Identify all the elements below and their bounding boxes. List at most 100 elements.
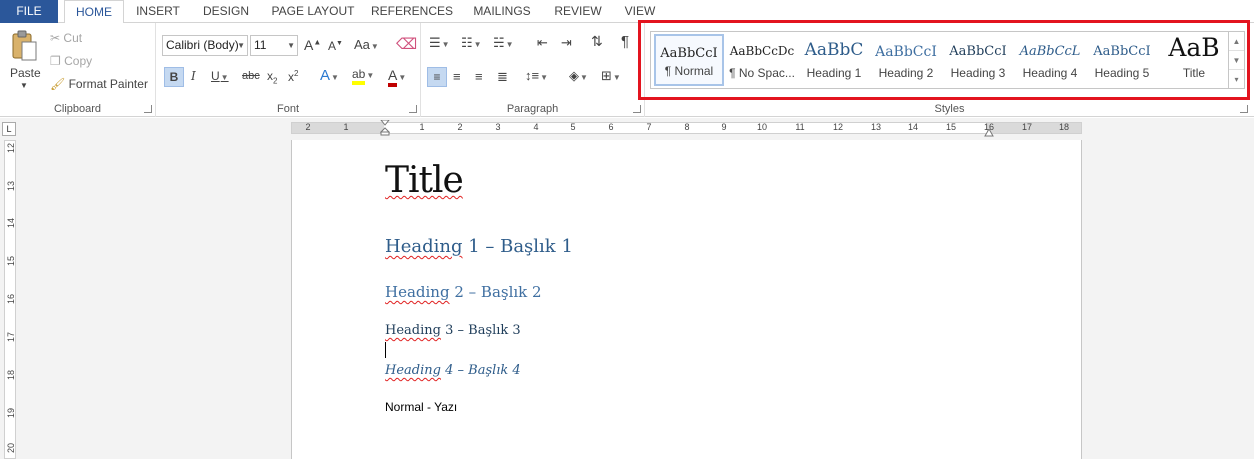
doc-heading-4[interactable]: Heading 4 – Başlık 4 — [385, 363, 521, 378]
tab-mailings[interactable]: MAILINGS — [466, 0, 538, 23]
vertical-ruler[interactable]: 12 13 14 15 16 17 18 19 20 — [4, 140, 16, 459]
spelling-flag: Heading — [385, 236, 463, 257]
shading-button[interactable]: ◈▼ — [569, 68, 588, 84]
doc-heading-2[interactable]: Heading 2 – Başlık 2 — [385, 283, 542, 301]
multilevel-list-button[interactable]: ☵▼ — [493, 35, 514, 51]
ruler-label: 17 — [6, 332, 16, 343]
tab-design[interactable]: DESIGN — [196, 0, 256, 23]
multilevel-list-icon: ☵ — [493, 35, 505, 50]
font-color-icon: A — [388, 67, 398, 87]
format-painter-label: Format Painter — [68, 77, 148, 91]
borders-icon: ⊞ — [601, 68, 612, 83]
tab-review[interactable]: REVIEW — [548, 0, 608, 23]
justify-icon[interactable]: ≣ — [497, 69, 508, 85]
ruler-label: 15 — [6, 256, 16, 267]
font-family-dropdown-icon[interactable]: ▼ — [237, 36, 245, 55]
cut-label: Cut — [63, 31, 83, 45]
document-workspace: L 2 1 1 2 3 4 5 6 7 8 9 10 11 12 13 14 1… — [0, 118, 1254, 459]
paragraph-group-label: Paragraph — [506, 103, 559, 115]
doc-heading-1[interactable]: Heading 1 – Başlık 1 — [385, 236, 573, 257]
bold-button[interactable]: B — [164, 67, 184, 87]
numbering-button[interactable]: ☷▼ — [461, 35, 482, 51]
copy-button[interactable]: ❐ Copy — [50, 54, 92, 68]
ruler-label: 13 — [6, 181, 16, 192]
align-center-icon[interactable]: ≡ — [453, 69, 461, 84]
line-spacing-icon: ↕≡ — [525, 68, 540, 83]
increase-indent-icon[interactable]: ⇥ — [561, 35, 572, 51]
ruler-label: 2 — [457, 122, 463, 132]
ruler-label: 12 — [6, 143, 16, 154]
tab-file[interactable]: FILE — [0, 0, 58, 23]
tab-references[interactable]: REFERENCES — [370, 0, 454, 23]
clipboard-launcher-icon[interactable] — [144, 105, 152, 113]
show-formatting-button[interactable]: ¶ — [621, 33, 629, 50]
grow-font-button[interactable]: A▲ — [304, 37, 321, 53]
font-family-combo[interactable]: Calibri (Body) ▼ — [162, 35, 248, 56]
styles-highlight-annotation — [638, 20, 1250, 100]
shrink-font-button[interactable]: A▼ — [328, 39, 343, 53]
ruler-label: 19 — [6, 408, 16, 419]
tab-selector-button[interactable]: L — [2, 122, 16, 136]
ruler-label: 4 — [533, 122, 539, 132]
clear-formatting-icon[interactable]: ⌫ — [396, 35, 417, 53]
text-effects-label: A — [320, 67, 331, 84]
bullets-button[interactable]: ☰▼ — [429, 35, 450, 51]
ruler-label: 12 — [832, 122, 844, 132]
copy-icon: ❐ — [50, 54, 61, 68]
text-effects-button[interactable]: A▼ — [320, 67, 339, 84]
font-family-value: Calibri (Body) — [166, 38, 239, 52]
ruler-label: 10 — [756, 122, 768, 132]
line-spacing-button[interactable]: ↕≡▼ — [525, 68, 548, 83]
document-page[interactable]: Title Heading 1 – Başlık 1 Heading 2 – B… — [291, 140, 1082, 459]
paste-button[interactable]: Paste — [10, 66, 41, 80]
horizontal-ruler[interactable]: 2 1 1 2 3 4 5 6 7 8 9 10 11 12 13 14 15 … — [291, 119, 1082, 137]
bullets-icon: ☰ — [429, 35, 441, 50]
font-launcher-icon[interactable] — [409, 105, 417, 113]
ruler-label: 14 — [907, 122, 919, 132]
paragraph-launcher-icon[interactable] — [633, 105, 641, 113]
ruler-label: 1 — [343, 122, 349, 132]
spelling-flag: Heading — [385, 323, 441, 338]
align-left-icon[interactable]: ≡ — [427, 67, 447, 87]
right-indent-marker-icon[interactable] — [984, 126, 994, 137]
borders-button[interactable]: ⊞▼ — [601, 68, 621, 84]
superscript-button[interactable]: x2 — [288, 69, 298, 84]
ruler-label: 13 — [870, 122, 882, 132]
highlight-icon: ab — [352, 67, 366, 85]
font-size-combo[interactable]: 11 ▼ — [250, 35, 298, 56]
sort-icon[interactable]: ⇅ — [591, 33, 603, 50]
paragraph-group: ☰▼ ☷▼ ☵▼ ⇤ ⇥ ⇅ ¶ ≡ ≡ ≡ ≣ ↕≡▼ ◈▼ ⊞▼ Parag… — [421, 23, 645, 117]
ruler-label: 14 — [6, 218, 16, 229]
cut-button[interactable]: ✂ Cut — [50, 31, 82, 45]
styles-group-label: Styles — [934, 103, 965, 115]
doc-heading-3[interactable]: Heading 3 – Başlık 3 — [385, 323, 521, 338]
ruler-label: 6 — [608, 122, 614, 132]
tab-page-layout[interactable]: PAGE LAYOUT — [268, 0, 358, 23]
clipboard-group: Paste ▼ ✂ Cut ❐ Copy 🖌 Format Painter Cl… — [0, 23, 156, 117]
tab-home[interactable]: HOME — [64, 0, 124, 24]
ruler-label: 16 — [6, 294, 16, 305]
underline-button[interactable]: U▼ — [211, 69, 229, 83]
doc-normal-text[interactable]: Normal - Yazı — [385, 400, 457, 414]
decrease-indent-icon[interactable]: ⇤ — [537, 35, 548, 51]
indent-marker-icon[interactable] — [379, 119, 391, 136]
cut-icon: ✂ — [50, 31, 61, 45]
change-case-button[interactable]: Aa▼ — [354, 37, 379, 52]
italic-button[interactable]: I — [191, 69, 196, 83]
paste-icon[interactable] — [8, 29, 40, 63]
font-color-button[interactable]: A▼ — [388, 67, 406, 87]
format-painter-button[interactable]: 🖌 Format Painter — [50, 77, 148, 91]
tab-insert[interactable]: INSERT — [128, 0, 188, 23]
change-case-label: Aa — [354, 37, 370, 52]
subscript-button[interactable]: x2 — [267, 69, 277, 85]
paste-dropdown-icon[interactable]: ▼ — [20, 81, 28, 90]
font-group: Calibri (Body) ▼ 11 ▼ A▲ A▼ Aa▼ ⌫ B I U▼ a… — [156, 23, 421, 117]
numbering-icon: ☷ — [461, 35, 473, 50]
align-right-icon[interactable]: ≡ — [475, 69, 483, 84]
highlight-button[interactable]: ab▼ — [352, 67, 374, 85]
font-size-value: 11 — [254, 38, 267, 52]
strikethrough-button[interactable]: abc — [242, 70, 260, 82]
styles-launcher-icon[interactable] — [1240, 105, 1248, 113]
font-size-dropdown-icon[interactable]: ▼ — [287, 36, 295, 55]
doc-title[interactable]: Title — [385, 160, 464, 201]
